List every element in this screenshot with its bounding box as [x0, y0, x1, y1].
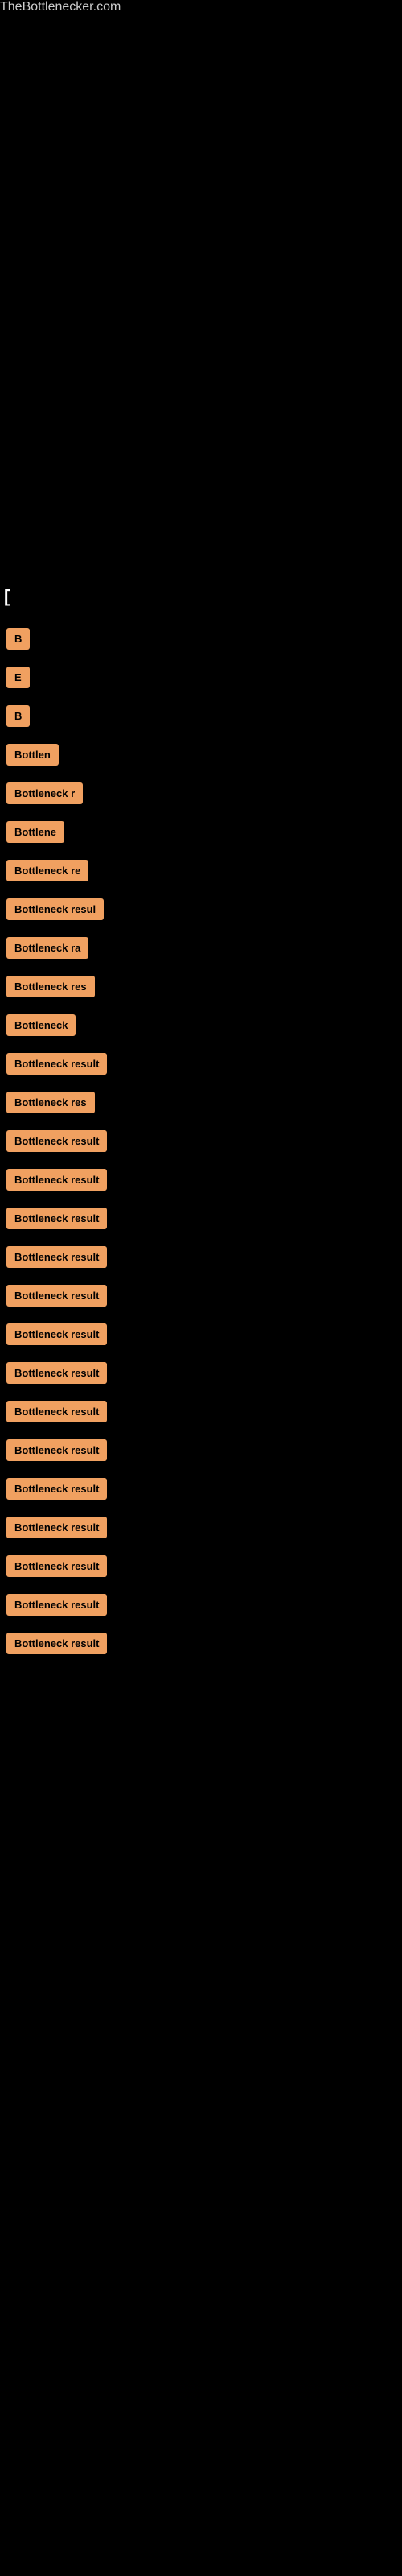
list-item[interactable]: E — [0, 663, 402, 696]
list-item[interactable]: Bottleneck result — [0, 1590, 402, 1624]
bottleneck-result-badge[interactable]: Bottleneck result — [6, 1362, 107, 1384]
bottleneck-items-list: BEB Bottlen Bottleneck r Bottlene Bottleneck… — [0, 615, 402, 1671]
list-item[interactable]: Bottleneck result — [0, 1513, 402, 1546]
list-item[interactable]: Bottleneck result — [0, 1242, 402, 1276]
bottleneck-result-badge[interactable]: B — [6, 628, 30, 650]
bottleneck-result-badge[interactable]: Bottlen — [6, 744, 59, 766]
list-item[interactable]: Bottleneck result — [0, 1358, 402, 1392]
list-item[interactable]: Bottleneck — [0, 1010, 402, 1044]
bottleneck-result-badge[interactable]: Bottleneck result — [6, 1517, 107, 1538]
bottleneck-result-badge[interactable]: Bottleneck result — [6, 1478, 107, 1500]
site-title-bar: TheBottlenecker.com — [0, 0, 402, 14]
bottleneck-result-badge[interactable]: Bottleneck result — [6, 1169, 107, 1191]
list-item[interactable]: Bottleneck res — [0, 972, 402, 1005]
list-item[interactable]: Bottleneck resul — [0, 894, 402, 928]
list-item[interactable]: Bottleneck r — [0, 778, 402, 812]
bottleneck-result-badge[interactable]: Bottleneck res — [6, 1092, 95, 1113]
bottleneck-result-badge[interactable]: Bottleneck result — [6, 1401, 107, 1422]
list-item[interactable]: Bottlene — [0, 817, 402, 851]
list-item[interactable]: Bottleneck result — [0, 1319, 402, 1353]
list-item[interactable]: Bottleneck result — [0, 1435, 402, 1469]
bottleneck-result-badge[interactable]: Bottleneck re — [6, 860, 88, 881]
list-item[interactable]: Bottleneck result — [0, 1126, 402, 1160]
bottleneck-result-badge[interactable]: Bottleneck res — [6, 976, 95, 997]
site-title: TheBottlenecker.com — [0, 0, 121, 22]
list-item[interactable]: Bottleneck res — [0, 1088, 402, 1121]
top-black-section — [0, 14, 402, 578]
bottleneck-result-badge[interactable]: Bottleneck result — [6, 1439, 107, 1461]
bottleneck-result-badge[interactable]: Bottleneck result — [6, 1053, 107, 1075]
bottleneck-result-badge[interactable]: Bottleneck result — [6, 1323, 107, 1345]
list-item[interactable]: B — [0, 624, 402, 658]
bottleneck-result-badge[interactable]: Bottleneck result — [6, 1555, 107, 1577]
list-item[interactable]: Bottleneck result — [0, 1165, 402, 1199]
bottleneck-result-badge[interactable]: Bottleneck result — [6, 1208, 107, 1229]
bottleneck-result-badge[interactable]: Bottleneck ra — [6, 937, 88, 959]
bottleneck-result-badge[interactable]: Bottleneck result — [6, 1246, 107, 1268]
list-item[interactable]: Bottleneck result — [0, 1397, 402, 1430]
bottleneck-result-badge[interactable]: Bottleneck — [6, 1014, 76, 1036]
list-item[interactable]: Bottleneck result — [0, 1629, 402, 1662]
list-item[interactable]: Bottleneck result — [0, 1551, 402, 1585]
bottleneck-result-badge[interactable]: Bottleneck result — [6, 1633, 107, 1654]
list-item[interactable]: B — [0, 701, 402, 735]
bottleneck-result-badge[interactable]: Bottleneck result — [6, 1130, 107, 1152]
list-item[interactable]: Bottleneck result — [0, 1049, 402, 1083]
list-item[interactable]: Bottleneck ra — [0, 933, 402, 967]
bottleneck-result-badge[interactable]: Bottleneck result — [6, 1594, 107, 1616]
bottleneck-result-badge[interactable]: B — [6, 705, 30, 727]
bottleneck-result-badge[interactable]: E — [6, 667, 30, 688]
list-item[interactable]: Bottleneck result — [0, 1474, 402, 1508]
list-item[interactable]: Bottleneck re — [0, 856, 402, 890]
bottleneck-result-badge[interactable]: Bottleneck r — [6, 782, 83, 804]
bottleneck-result-badge[interactable]: Bottlene — [6, 821, 64, 843]
list-item[interactable]: Bottlen — [0, 740, 402, 774]
bracket-label: [ — [0, 578, 402, 615]
bottleneck-result-badge[interactable]: Bottleneck resul — [6, 898, 104, 920]
bottleneck-result-badge[interactable]: Bottleneck result — [6, 1285, 107, 1307]
list-item[interactable]: Bottleneck result — [0, 1281, 402, 1315]
list-item[interactable]: Bottleneck result — [0, 1203, 402, 1237]
